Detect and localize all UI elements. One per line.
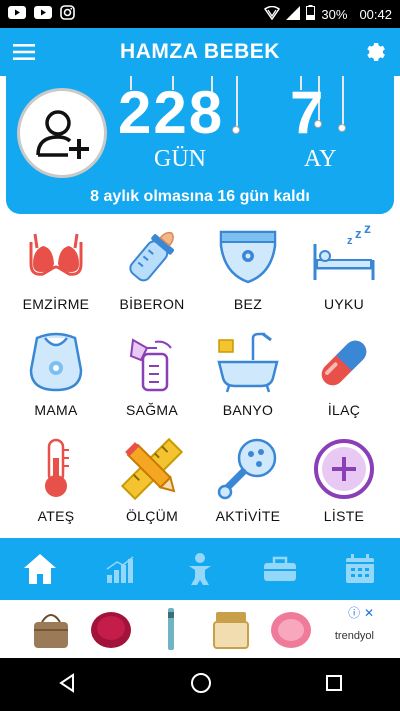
recents-button[interactable] xyxy=(325,674,343,696)
tile-label: ATEŞ xyxy=(37,508,75,524)
bra-icon xyxy=(29,233,83,276)
svg-text:z: z xyxy=(355,226,362,241)
youtube-icon xyxy=(8,5,26,23)
tile-label: BANYO xyxy=(222,402,274,418)
nav-toolbox[interactable] xyxy=(240,538,320,600)
age-months-number: 7 xyxy=(290,79,324,146)
ad-product-pen xyxy=(146,604,196,654)
tile-ilac[interactable]: İLAÇ xyxy=(296,326,392,432)
back-triangle-icon xyxy=(58,672,74,693)
breast-pump-icon xyxy=(129,338,172,392)
battery-icon xyxy=(306,5,316,23)
hanging-bead xyxy=(338,124,346,132)
sleep-bed-icon: z z z xyxy=(313,224,375,280)
nav-home[interactable] xyxy=(0,538,80,600)
hamburger-icon xyxy=(13,44,35,60)
tile-mama[interactable]: MAMA xyxy=(8,326,104,432)
app-bar: HAMZA BEBEK xyxy=(0,28,400,76)
hanging-string xyxy=(342,76,344,126)
tile-emzirme[interactable]: EMZİRME xyxy=(8,220,104,326)
ruler-pencil-icon xyxy=(120,437,184,501)
tile-label: AKTİVİTE xyxy=(215,508,281,524)
youtube-icon xyxy=(34,5,52,23)
tile-label: SAĞMA xyxy=(125,402,179,418)
bathtub-icon xyxy=(217,332,279,393)
ad-close-icon[interactable]: ⓘ ✕ xyxy=(348,604,374,621)
tile-label: ÖLÇÜM xyxy=(125,508,179,524)
instagram-icon xyxy=(60,4,75,24)
remaining-days-text: 8 aylık olmasına 16 gün kaldı xyxy=(90,188,310,205)
add-user-icon xyxy=(36,110,89,159)
home-button[interactable] xyxy=(190,672,212,698)
settings-button[interactable] xyxy=(352,28,400,76)
hanging-bead xyxy=(232,126,240,134)
hanging-string xyxy=(236,76,238,128)
tile-bez[interactable]: BEZ xyxy=(200,220,296,326)
svg-text:z: z xyxy=(347,235,353,247)
tile-label: MAMA xyxy=(34,402,78,418)
tile-label: BİBERON xyxy=(119,296,185,312)
chart-icon xyxy=(106,556,134,583)
ad-banner[interactable]: ⓘ ✕ trendyol xyxy=(20,600,380,658)
age-counter-panel: 228 7 GÜN AY 8 aylık olmasına 16 gün kal… xyxy=(6,76,394,214)
tile-label: EMZİRME xyxy=(22,296,90,312)
tile-uyku[interactable]: z z z UYKU xyxy=(296,220,392,326)
ad-product-brush xyxy=(266,604,316,654)
thermometer-icon xyxy=(45,438,69,497)
tile-label: LİSTE xyxy=(323,508,365,524)
diaper-icon xyxy=(219,230,277,284)
bottom-navigation xyxy=(0,538,400,600)
tile-aktivite[interactable]: AKTİVİTE xyxy=(200,432,296,538)
svg-text:z: z xyxy=(364,224,371,236)
ad-product-cream xyxy=(206,604,256,654)
ad-brand-name: trendyol xyxy=(334,630,374,642)
status-bar: 30% 00:42 xyxy=(0,0,400,28)
clock: 00:42 xyxy=(359,6,392,22)
tile-banyo[interactable]: BANYO xyxy=(200,326,296,432)
baby-bottle-icon xyxy=(129,231,174,282)
vpn-icon xyxy=(264,5,281,23)
nav-baby[interactable] xyxy=(160,538,240,600)
ad-product-bag xyxy=(26,604,76,654)
months-label: AY xyxy=(304,146,337,172)
activity-grid: EMZİRME BİBERON BEZ z z z UYKU MAMA SAĞM… xyxy=(8,220,392,538)
nav-stats[interactable] xyxy=(80,538,160,600)
menu-button[interactable] xyxy=(0,28,48,76)
tile-olcum[interactable]: ÖLÇÜM xyxy=(104,432,200,538)
back-button[interactable] xyxy=(57,672,77,697)
baby-icon xyxy=(189,553,211,585)
battery-percent: 30% xyxy=(321,6,348,22)
calendar-icon xyxy=(346,554,374,583)
app-title: HAMZA BEBEK xyxy=(120,40,280,63)
recents-square-icon xyxy=(326,674,343,691)
rattle-icon xyxy=(217,438,277,500)
home-circle-icon xyxy=(190,672,211,693)
system-navigation-bar xyxy=(0,658,400,711)
bib-icon xyxy=(29,332,83,392)
plus-circle-icon xyxy=(314,439,374,499)
pill-icon xyxy=(321,340,367,386)
tile-biberon[interactable]: BİBERON xyxy=(104,220,200,326)
tile-liste[interactable]: LİSTE xyxy=(296,432,392,538)
add-baby-avatar-button[interactable] xyxy=(17,88,107,178)
nav-calendar[interactable] xyxy=(320,538,400,600)
tile-sagma[interactable]: SAĞMA xyxy=(104,326,200,432)
days-label: GÜN xyxy=(154,146,206,172)
home-icon xyxy=(24,554,56,584)
tile-label: UYKU xyxy=(323,296,365,312)
age-days-number: 228 xyxy=(118,79,225,146)
tile-ates[interactable]: ATEŞ xyxy=(8,432,104,538)
tile-label: İLAÇ xyxy=(327,402,361,418)
tile-label: BEZ xyxy=(233,296,263,312)
gear-icon xyxy=(367,43,385,61)
signal-icon xyxy=(286,5,301,23)
ad-product-cleanser xyxy=(86,604,136,654)
toolbox-icon xyxy=(264,556,296,581)
